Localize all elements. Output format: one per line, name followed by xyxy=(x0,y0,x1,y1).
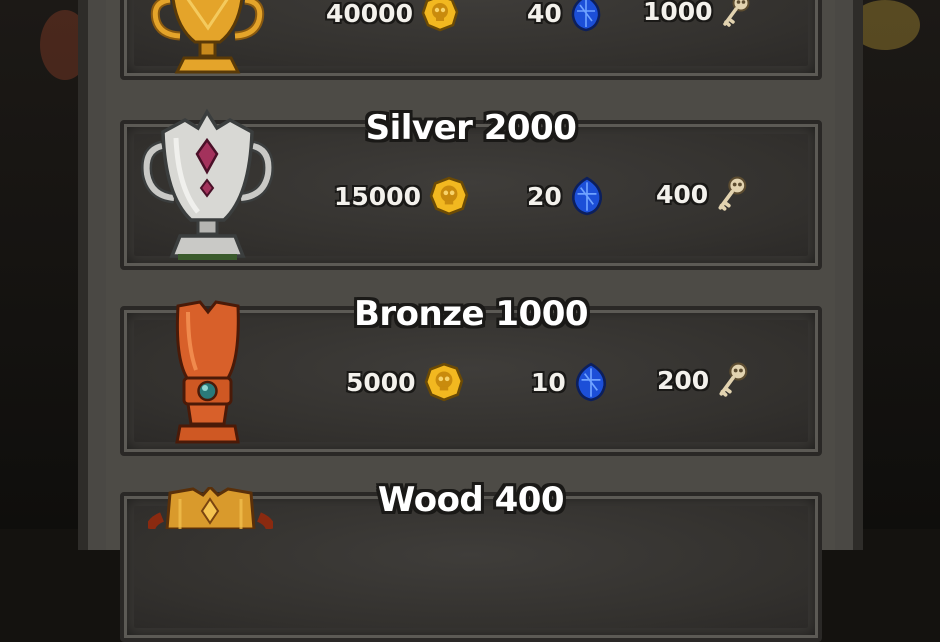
blue-gem-icon xyxy=(575,362,606,402)
key-amount: 1000 xyxy=(643,0,713,26)
skull-coin-icon xyxy=(424,362,463,402)
skull-key-icon xyxy=(722,0,750,27)
reward-gems: 10 xyxy=(531,362,608,402)
reward-keys: 400 xyxy=(656,176,748,212)
gem-amount: 20 xyxy=(527,181,562,211)
coin-amount: 40000 xyxy=(326,0,413,28)
silver-trophy-icon xyxy=(141,108,274,260)
reward-gems: 40 xyxy=(527,0,602,32)
skull-coin-icon xyxy=(421,0,459,32)
reward-coins: 15000 xyxy=(334,176,469,216)
reward-coins: 40000 xyxy=(326,0,459,32)
skull-coin-icon xyxy=(429,176,469,216)
reward-coins: 5000 xyxy=(346,362,464,402)
key-amount: 400 xyxy=(656,179,709,209)
wood-trophy-icon xyxy=(148,487,273,529)
gem-amount: 40 xyxy=(527,0,562,28)
rewards-panel-background xyxy=(106,0,835,550)
gold-trophy-icon xyxy=(150,0,265,74)
rewards-panel-frame xyxy=(78,0,863,550)
coin-amount: 15000 xyxy=(334,181,421,211)
skull-key-icon xyxy=(718,176,747,211)
blue-gem-icon xyxy=(571,0,601,32)
reward-keys: 1000 xyxy=(643,0,751,28)
skull-key-icon xyxy=(719,362,748,397)
bronze-trophy-icon xyxy=(175,300,240,444)
reward-gems: 20 xyxy=(527,176,604,216)
reward-keys: 200 xyxy=(657,362,749,398)
blue-gem-icon xyxy=(571,176,602,216)
key-amount: 200 xyxy=(657,365,710,395)
coin-amount: 5000 xyxy=(346,367,416,397)
gem-amount: 10 xyxy=(531,367,566,397)
